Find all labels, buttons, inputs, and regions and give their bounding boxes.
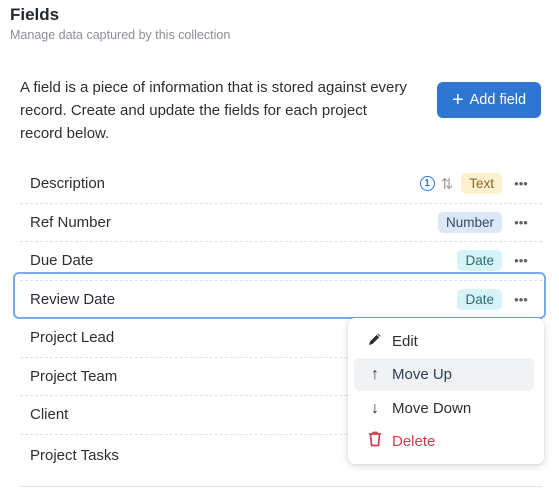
- menu-item-move-up[interactable]: ↑ Move Up: [354, 358, 534, 391]
- field-row-description[interactable]: Description 1 ⇅ Text •••: [20, 165, 542, 204]
- field-name: Project Tasks: [30, 447, 119, 464]
- pencil-icon: [364, 331, 386, 352]
- field-name: Ref Number: [30, 213, 111, 231]
- menu-item-delete[interactable]: Delete: [354, 425, 534, 458]
- trash-icon: [364, 431, 386, 452]
- more-options-icon[interactable]: •••: [508, 253, 534, 268]
- field-name: Project Team: [30, 367, 118, 385]
- field-row-ref-number[interactable]: Ref Number Number •••: [20, 204, 542, 242]
- arrow-down-icon: ↓: [371, 399, 379, 417]
- menu-item-label: Edit: [392, 333, 418, 350]
- sort-icon[interactable]: ⇅: [441, 175, 454, 193]
- field-name: Client: [30, 406, 69, 424]
- field-row-review-date[interactable]: Review Date Date •••: [20, 281, 542, 319]
- field-name: Project Lead: [30, 329, 115, 347]
- page-title: Fields: [10, 5, 60, 24]
- page-subtitle: Manage data captured by this collection: [10, 28, 231, 42]
- add-field-label: Add field: [469, 92, 527, 108]
- arrow-up-icon: ↑: [371, 365, 379, 383]
- context-menu: Edit ↑ Move Up ↓ Move Down Delete: [348, 318, 544, 464]
- field-type-badge: Date: [457, 288, 502, 310]
- add-field-button[interactable]: + Add field: [437, 82, 541, 118]
- field-type-badge: Date: [457, 250, 502, 272]
- menu-item-move-down[interactable]: ↓ Move Down: [354, 392, 534, 425]
- list-divider: [20, 486, 542, 487]
- intro-text: A field is a piece of information that i…: [20, 79, 407, 142]
- field-type-badge: Text: [461, 173, 502, 195]
- plus-icon: +: [451, 89, 464, 111]
- info-count-icon[interactable]: 1: [419, 176, 435, 192]
- menu-item-edit[interactable]: Edit: [354, 325, 534, 358]
- menu-item-label: Move Up: [392, 366, 453, 383]
- field-name: Due Date: [30, 252, 94, 270]
- menu-item-label: Delete: [392, 433, 436, 450]
- field-row-due-date[interactable]: Due Date Date •••: [20, 242, 542, 281]
- more-options-icon[interactable]: •••: [508, 292, 534, 307]
- field-name: Review Date: [30, 290, 116, 308]
- field-type-badge: Number: [437, 211, 502, 233]
- menu-item-label: Move Down: [392, 400, 472, 417]
- more-options-icon[interactable]: •••: [508, 176, 534, 191]
- field-name: Description: [30, 175, 106, 193]
- more-options-icon[interactable]: •••: [508, 215, 534, 230]
